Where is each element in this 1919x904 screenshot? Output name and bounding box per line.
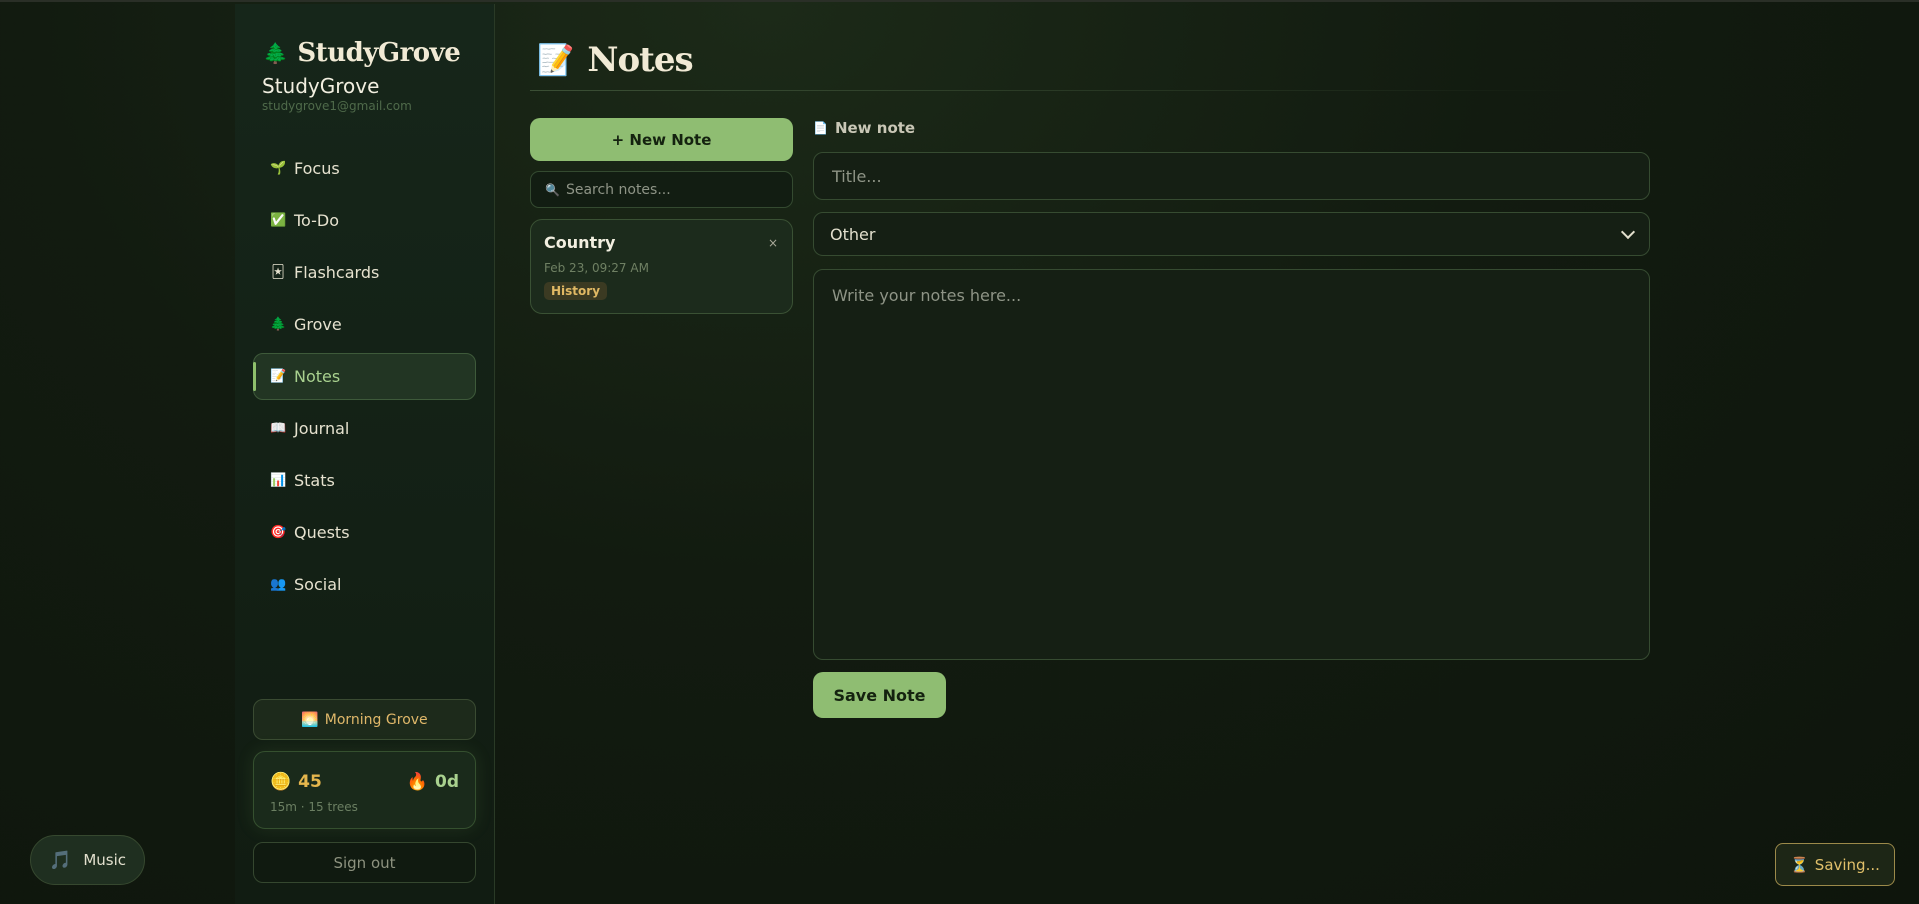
editor-heading-text: New note (834, 119, 916, 137)
search-icon: 🔍 (545, 182, 560, 197)
stats-card: 🪙 45 🔥 0d 15m · 15 trees (253, 751, 476, 829)
sidebar-item-label: Focus (294, 159, 340, 178)
sidebar-item-quests[interactable]: 🎯 Quests (253, 509, 476, 556)
music-label: Music (83, 851, 127, 869)
theme-label: Morning Grove (324, 711, 428, 728)
sign-out-button[interactable]: Sign out (253, 842, 476, 883)
sidebar-item-social[interactable]: 👥 Social (253, 561, 476, 608)
new-note-button[interactable]: + New Note (530, 118, 793, 161)
chevron-down-icon (1620, 224, 1636, 239)
memo-icon: 📝 (270, 369, 287, 384)
sidebar-item-label: Quests (294, 523, 350, 542)
bar-chart-icon: 📊 (270, 473, 287, 488)
note-title-input[interactable] (814, 153, 1649, 199)
card-icon: 🃏 (271, 265, 285, 280)
music-note-icon: 🎵 (48, 849, 72, 871)
user-name: StudyGrove (262, 74, 380, 98)
category-value: Other (830, 224, 876, 244)
theme-button[interactable]: 🌅 Morning Grove (253, 699, 476, 740)
page-title: 📝 Notes (537, 40, 694, 80)
people-icon: 👥 (270, 577, 287, 592)
sidebar: 🌲 StudyGrove StudyGrove studygrove1@gmai… (235, 4, 495, 904)
sidebar-item-stats[interactable]: 📊 Stats (253, 457, 476, 504)
tree-icon: 🌲 (263, 41, 288, 65)
title-field-wrapper (813, 152, 1650, 200)
sidebar-item-label: Stats (294, 471, 335, 490)
note-tag: History (544, 282, 608, 300)
editor-heading: 📄 New note (813, 119, 915, 137)
sidebar-item-label: Notes (294, 367, 341, 386)
seedling-icon: 🌱 (270, 161, 287, 176)
sidebar-item-flashcards[interactable]: 🃏 Flashcards (253, 249, 476, 296)
fire-icon: 🔥 (406, 772, 428, 792)
sunrise-icon: 🌅 (301, 711, 319, 728)
sidebar-item-label: Grove (294, 315, 342, 334)
search-input[interactable] (565, 181, 786, 198)
sidebar-item-label: Social (294, 575, 342, 594)
stats-summary: 15m · 15 trees (270, 800, 358, 814)
streak-count: 🔥 0d (407, 772, 459, 792)
sidebar-item-label: Journal (294, 419, 350, 438)
user-email: studygrove1@gmail.com (262, 99, 412, 113)
note-date: Feb 23, 09:27 AM (544, 261, 649, 275)
coin-icon: 🪙 (270, 772, 292, 792)
music-button[interactable]: 🎵 Music (30, 835, 145, 885)
close-icon[interactable]: × (768, 236, 778, 250)
save-note-button[interactable]: Save Note (813, 672, 946, 718)
sidebar-item-focus[interactable]: 🌱 Focus (253, 145, 476, 192)
coin-value: 45 (298, 772, 322, 792)
sidebar-item-label: To-Do (294, 211, 340, 230)
note-card[interactable]: Country × Feb 23, 09:27 AM History (530, 219, 793, 314)
memo-icon: 📝 (537, 42, 574, 78)
target-icon: 🎯 (270, 525, 287, 540)
coin-count: 🪙 45 (270, 772, 322, 792)
title-divider (530, 90, 1585, 91)
streak-value: 0d (435, 772, 459, 792)
saving-status: ⏳ Saving... (1775, 843, 1895, 886)
sidebar-item-label: Flashcards (294, 263, 380, 282)
checkmark-icon: ✅ (270, 213, 287, 228)
sidebar-item-grove[interactable]: 🌲 Grove (253, 301, 476, 348)
note-title: Country (544, 233, 616, 252)
hourglass-icon: ⏳ (1790, 855, 1809, 874)
sidebar-item-journal[interactable]: 📖 Journal (253, 405, 476, 452)
brand-name: StudyGrove (297, 38, 461, 68)
sidebar-nav: 🌱 Focus ✅ To-Do 🃏 Flashcards 🌲 Grove 📝 N… (253, 145, 476, 613)
page-icon: 📄 (813, 121, 828, 135)
book-icon: 📖 (270, 421, 287, 436)
page-title-text: Notes (587, 40, 693, 80)
note-body-textarea[interactable] (814, 270, 1649, 659)
brand-logo: 🌲 StudyGrove (263, 38, 461, 68)
saving-label: Saving... (1814, 855, 1880, 874)
sidebar-item-todo[interactable]: ✅ To-Do (253, 197, 476, 244)
tree-icon: 🌲 (270, 317, 287, 332)
sidebar-item-notes[interactable]: 📝 Notes (253, 353, 476, 400)
search-box: 🔍 (530, 171, 793, 208)
body-field-wrapper (813, 269, 1650, 660)
category-select[interactable]: Other (813, 212, 1650, 256)
